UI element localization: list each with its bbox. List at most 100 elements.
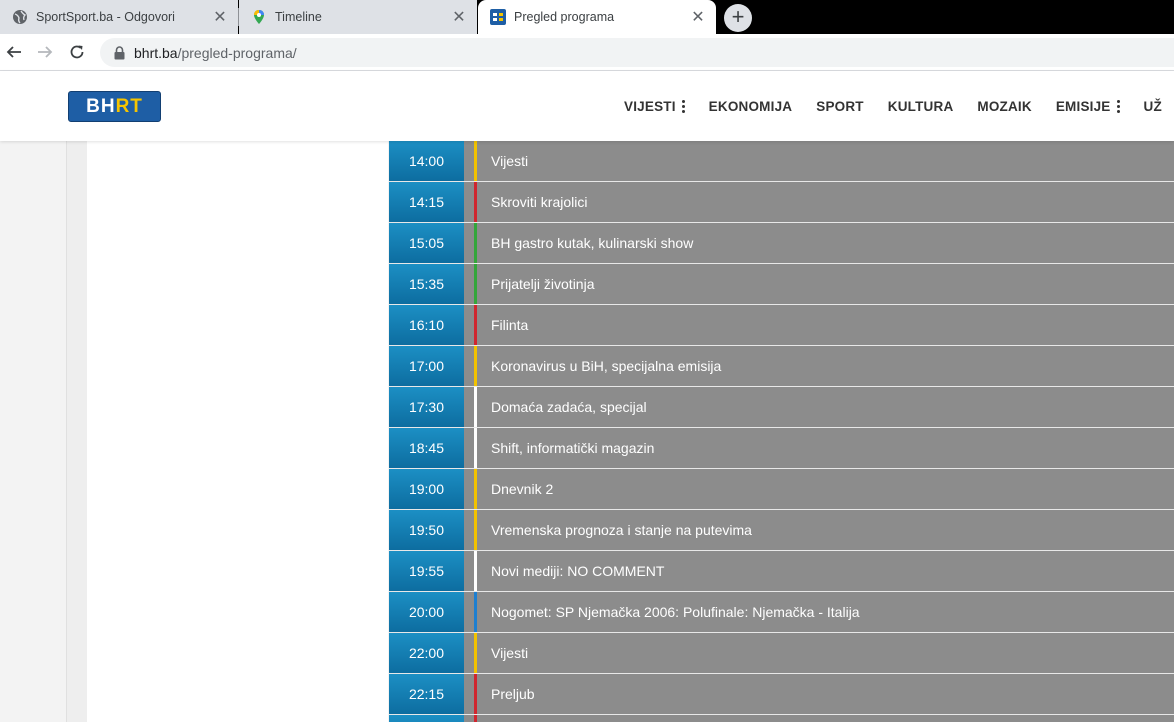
schedule-row[interactable]: 20:00 Nogomet: SP Njemačka 2006: Polufina…: [389, 592, 1174, 633]
program-time: 20:00: [389, 592, 464, 632]
schedule-row[interactable]: [389, 715, 1174, 722]
program-title[interactable]: Novi mediji: NO COMMENT: [477, 551, 1174, 591]
nav-label: MOZAIK: [977, 98, 1032, 114]
program-time: 16:10: [389, 305, 464, 345]
schedule-row[interactable]: 14:00 Vijesti: [389, 141, 1174, 182]
schedule-row[interactable]: 19:55 Novi mediji: NO COMMENT: [389, 551, 1174, 592]
schedule-row[interactable]: 18:45 Shift, informatički magazin: [389, 428, 1174, 469]
bhrt-logo[interactable]: BH RT: [68, 91, 161, 122]
program-time: 17:30: [389, 387, 464, 427]
program-time: 22:00: [389, 633, 464, 673]
row-gap: [464, 387, 474, 427]
new-tab-button[interactable]: +: [724, 4, 752, 32]
program-title[interactable]: [477, 715, 1174, 722]
main-nav: VIJESTI EKONOMIJA SPORT KULTURA MOZAIK E…: [624, 71, 1174, 141]
nav-label: KULTURA: [887, 98, 954, 114]
logo-bh: BH: [86, 95, 116, 117]
row-gap: [464, 469, 474, 509]
browser-tab-timeline[interactable]: Timeline ✕: [239, 0, 477, 34]
nav-label: EKONOMIJA: [708, 98, 793, 114]
program-time: 22:15: [389, 674, 464, 714]
nav-label: VIJESTI: [624, 98, 676, 114]
row-gap: [464, 674, 474, 714]
row-gap: [464, 305, 474, 345]
program-time: 19:55: [389, 551, 464, 591]
nav-item-vijesti[interactable]: VIJESTI: [624, 99, 685, 114]
back-button[interactable]: [2, 40, 26, 64]
schedule-row[interactable]: 19:50 Vremenska prognoza i stanje na pute…: [389, 510, 1174, 551]
browser-tab-strip: SportSport.ba - Odgovori ✕ Timeline ✕ Pr…: [0, 0, 1174, 34]
program-title[interactable]: Shift, informatički magazin: [477, 428, 1174, 468]
schedule-row[interactable]: 14:15 Skroviti krajolici: [389, 182, 1174, 223]
more-vertical-icon: [1116, 99, 1120, 113]
nav-label: UŽ: [1143, 98, 1162, 114]
browser-tab-sportsport[interactable]: SportSport.ba - Odgovori ✕: [0, 0, 238, 34]
schedule-row[interactable]: 17:00 Koronavirus u BiH, specijalna emisi…: [389, 346, 1174, 387]
row-gap: [464, 715, 474, 722]
schedule-row[interactable]: 22:00 Vijesti: [389, 633, 1174, 674]
close-tab-icon[interactable]: ✕: [210, 7, 230, 27]
nav-item-mozaik[interactable]: MOZAIK: [977, 99, 1031, 114]
row-gap: [464, 223, 474, 263]
logo-rt: RT: [115, 95, 143, 117]
program-time: 15:05: [389, 223, 464, 263]
sidebar-column: [87, 141, 388, 722]
program-title[interactable]: Vijesti: [477, 141, 1174, 181]
program-title[interactable]: Preljub: [477, 674, 1174, 714]
site-header: BH RT VIJESTI EKONOMIJA SPORT KULTURA MOZ…: [0, 71, 1174, 141]
row-gap: [464, 428, 474, 468]
nav-item-emisije[interactable]: EMISIJE: [1056, 99, 1120, 114]
schedule-row[interactable]: 16:10 Filinta: [389, 305, 1174, 346]
program-title[interactable]: Koronavirus u BiH, specijalna emisija: [477, 346, 1174, 386]
address-bar[interactable]: bhrt.ba/pregled-programa/: [100, 38, 1174, 67]
program-title[interactable]: Vremenska prognoza i stanje na putevima: [477, 510, 1174, 550]
program-time: 17:00: [389, 346, 464, 386]
row-gap: [464, 510, 474, 550]
url-path: /pregled-programa/: [177, 44, 297, 61]
more-vertical-icon: [681, 99, 685, 113]
arrow-left-icon: [6, 46, 21, 58]
program-schedule: 14:00 Vijesti 14:15 Skroviti krajolici 15:05…: [389, 141, 1174, 722]
program-title[interactable]: Filinta: [477, 305, 1174, 345]
schedule-row[interactable]: 17:30 Domaća zadaća, specijal: [389, 387, 1174, 428]
browser-tab-pregled-programa[interactable]: Pregled programa ✕: [478, 0, 716, 34]
schedule-row[interactable]: 15:35 Prijatelji životinja: [389, 264, 1174, 305]
url-text: bhrt.ba/pregled-programa/: [134, 45, 297, 61]
close-tab-icon[interactable]: ✕: [449, 7, 469, 27]
row-gap: [464, 346, 474, 386]
row-gap: [464, 592, 474, 632]
program-title[interactable]: Vijesti: [477, 633, 1174, 673]
nav-item-kultura[interactable]: KULTURA: [888, 99, 954, 114]
nav-item-sport[interactable]: SPORT: [816, 99, 864, 114]
reload-button[interactable]: [65, 40, 89, 64]
row-gap: [464, 182, 474, 222]
nav-item-ekonomija[interactable]: EKONOMIJA: [709, 99, 793, 114]
program-title[interactable]: Dnevnik 2: [477, 469, 1174, 509]
bhrt-favicon: [490, 9, 506, 25]
program-title[interactable]: Domaća zadaća, specijal: [477, 387, 1174, 427]
program-title[interactable]: Nogomet: SP Njemačka 2006: Polufinale: N…: [477, 592, 1174, 632]
left-gutter: [66, 141, 87, 722]
schedule-row[interactable]: 19:00 Dnevnik 2: [389, 469, 1174, 510]
program-time: 19:00: [389, 469, 464, 509]
forward-button[interactable]: [33, 40, 57, 64]
program-time: 14:15: [389, 182, 464, 222]
row-gap: [464, 551, 474, 591]
program-title[interactable]: Skroviti krajolici: [477, 182, 1174, 222]
map-pin-icon: [251, 9, 267, 25]
close-tab-icon[interactable]: ✕: [688, 7, 708, 27]
nav-item-uz[interactable]: UŽ: [1144, 99, 1162, 114]
nav-label: EMISIJE: [1055, 98, 1111, 114]
program-time: 14:00: [389, 141, 464, 181]
tab-title: Timeline: [275, 10, 322, 24]
program-time: 15:35: [389, 264, 464, 304]
row-gap: [464, 264, 474, 304]
program-title[interactable]: BH gastro kutak, kulinarski show: [477, 223, 1174, 263]
program-title[interactable]: Prijatelji životinja: [477, 264, 1174, 304]
globe-icon: [12, 9, 28, 25]
row-gap: [464, 633, 474, 673]
schedule-row[interactable]: 15:05 BH gastro kutak, kulinarski show: [389, 223, 1174, 264]
browser-toolbar: bhrt.ba/pregled-programa/: [0, 34, 1174, 71]
schedule-row[interactable]: 22:15 Preljub: [389, 674, 1174, 715]
tab-title: Pregled programa: [514, 10, 615, 24]
